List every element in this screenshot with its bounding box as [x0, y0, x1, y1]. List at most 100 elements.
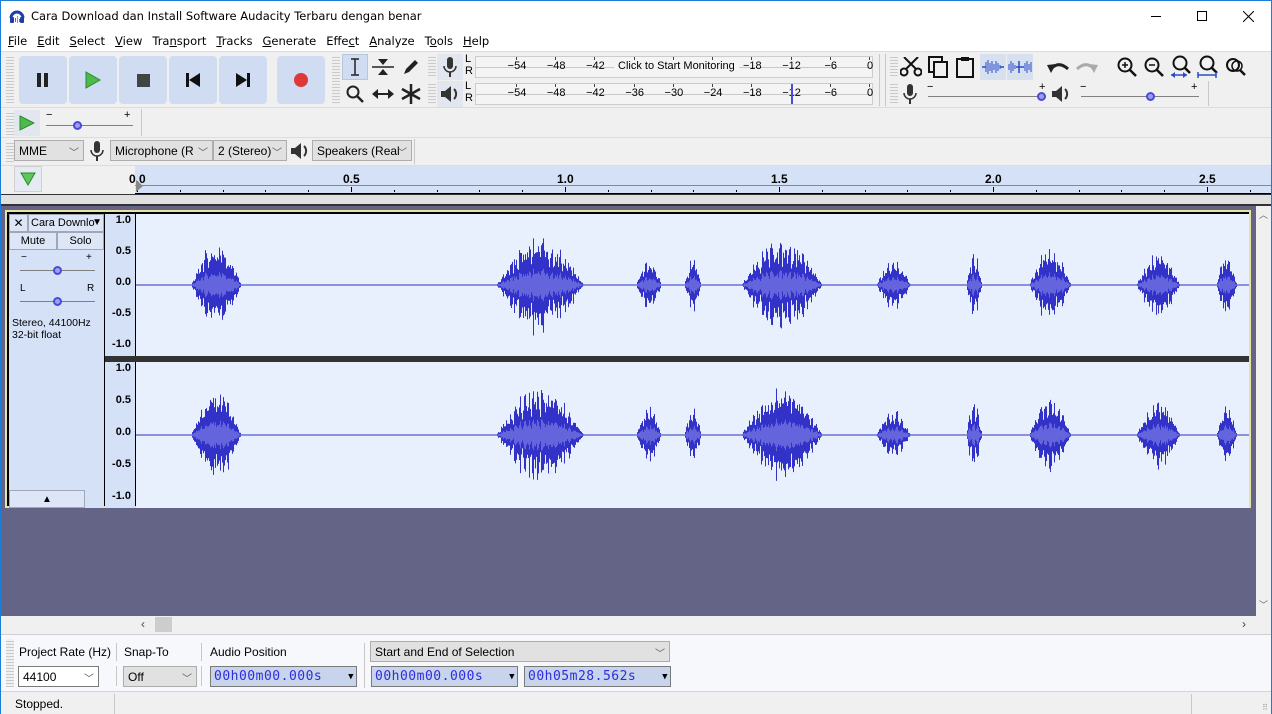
- triangle-down-icon[interactable]: ▼: [509, 672, 515, 682]
- minimize-button[interactable]: [1133, 1, 1179, 31]
- audio-host-select[interactable]: MME ﹀: [14, 140, 84, 161]
- start-monitoring-prompt[interactable]: Click to Start Monitoring: [614, 60, 739, 72]
- menu-help[interactable]: Help: [458, 34, 494, 48]
- menu-effect[interactable]: Effect: [321, 34, 364, 48]
- waveform-left-channel[interactable]: [136, 214, 1249, 356]
- draw-tool[interactable]: [398, 54, 424, 80]
- play-at-speed-button[interactable]: [14, 110, 40, 136]
- menu-transport[interactable]: Transport: [147, 34, 211, 48]
- menu-view[interactable]: View: [110, 34, 147, 48]
- audio-position-time[interactable]: 00h00m00.000s ▼: [210, 666, 357, 687]
- project-rate-select[interactable]: 44100 ﹀: [18, 666, 99, 687]
- pencil-icon: [404, 60, 418, 74]
- envelope-tool[interactable]: [370, 54, 396, 80]
- selection-end-time[interactable]: 00h05m28.562s ▼: [524, 666, 671, 687]
- play-at-speed-grip[interactable]: [6, 111, 14, 135]
- vertical-scrollbar[interactable]: ︿ ﹀: [1256, 206, 1271, 616]
- fit-project-button[interactable]: [1195, 54, 1221, 80]
- selection-mode-select[interactable]: Start and End of Selection ﹀: [370, 641, 670, 662]
- trim-audio-button[interactable]: [980, 54, 1006, 80]
- pan-slider[interactable]: [20, 294, 95, 308]
- fit-selection-button[interactable]: [1168, 54, 1194, 80]
- menu-select[interactable]: Select: [65, 34, 111, 48]
- audio-track[interactable]: ✕ Cara Downlo ▼ Mute Solo − + L R Stereo,…: [5, 210, 1251, 508]
- track-name-menu[interactable]: Cara Downlo ▼: [28, 214, 104, 232]
- recording-device-select[interactable]: Microphone (R ﹀: [110, 140, 213, 161]
- record-meter-button[interactable]: [437, 54, 463, 80]
- vertical-scale-right[interactable]: 1.0 0.5 0.0 -0.5 -1.0: [105, 362, 135, 508]
- timeline-ruler[interactable]: 0.0 0.5 1.0 1.5 2.0 2.5: [129, 166, 1271, 194]
- track-panel[interactable]: ✕ Cara Downlo ▼ Mute Solo − + L R Stereo,…: [1, 206, 1256, 616]
- horizontal-scroll-thumb[interactable]: [155, 617, 172, 632]
- redo-button[interactable]: [1073, 54, 1099, 80]
- collapse-track-button[interactable]: ▲: [9, 490, 85, 508]
- cut-button[interactable]: [898, 54, 924, 80]
- undo-button[interactable]: [1046, 54, 1072, 80]
- play-meter-grip[interactable]: [428, 82, 436, 104]
- pan-left-label: L: [20, 283, 26, 294]
- edit-toolbar-grip[interactable]: [890, 55, 898, 77]
- menu-generate[interactable]: Generate: [257, 34, 321, 48]
- menu-tools[interactable]: Tools: [420, 34, 458, 48]
- play-meter-button[interactable]: [437, 81, 463, 107]
- recording-channels-select[interactable]: 2 (Stereo) ﹀: [213, 140, 287, 161]
- mute-button[interactable]: Mute: [9, 232, 57, 250]
- mixer-toolbar-grip[interactable]: [890, 82, 898, 104]
- vertical-scale-left[interactable]: 1.0 0.5 0.0 -0.5 -1.0: [105, 214, 135, 356]
- play-icon: [85, 71, 102, 89]
- menu-edit[interactable]: Edit: [32, 34, 64, 48]
- play-button[interactable]: [69, 56, 117, 104]
- multi-tool[interactable]: [398, 81, 424, 107]
- transport-toolbar-grip[interactable]: [6, 55, 14, 105]
- tools-toolbar-grip[interactable]: [332, 55, 340, 105]
- snap-to-select[interactable]: Off ﹀: [123, 666, 197, 687]
- selection-toolbar-grip[interactable]: [6, 639, 14, 687]
- menu-file[interactable]: File: [3, 34, 32, 48]
- stop-button[interactable]: [119, 56, 167, 104]
- zoom-toggle-icon: [1226, 58, 1246, 76]
- snap-to-value: Off: [128, 669, 144, 684]
- skip-to-start-button[interactable]: [169, 56, 217, 104]
- record-meter[interactable]: L R −54 −48 −42 −18 −12 −6 0 Click to Start Monit…: [464, 53, 876, 79]
- play-speed-slider[interactable]: [46, 118, 133, 132]
- record-button[interactable]: [277, 56, 325, 104]
- copy-button[interactable]: [925, 54, 951, 80]
- zoom-in-button[interactable]: [1114, 54, 1140, 80]
- time-shift-tool[interactable]: [370, 81, 396, 107]
- menu-tracks[interactable]: Tracks: [211, 34, 257, 48]
- resize-grip-icon[interactable]: ⠿: [1262, 703, 1268, 712]
- meter-tick-label: −54: [507, 60, 527, 72]
- skip-to-end-button[interactable]: [219, 56, 267, 104]
- record-volume-slider[interactable]: [928, 89, 1046, 103]
- horizontal-scrollbar[interactable]: ‹ ›: [1, 616, 1271, 633]
- silence-audio-button[interactable]: [1007, 54, 1033, 80]
- close-track-button[interactable]: ✕: [9, 214, 28, 232]
- selection-start-time[interactable]: 00h00m00.000s ▼: [371, 666, 518, 687]
- scroll-right-icon[interactable]: ›: [1242, 617, 1246, 631]
- playback-device-select[interactable]: Speakers (Real ﹀: [312, 140, 412, 161]
- zoom-in-icon: [1117, 57, 1137, 77]
- gain-slider[interactable]: [20, 263, 95, 277]
- menu-analyze[interactable]: Analyze: [364, 34, 419, 48]
- triangle-down-icon[interactable]: ▼: [662, 672, 668, 682]
- pause-button[interactable]: [19, 56, 67, 104]
- playback-volume-slider[interactable]: [1081, 89, 1199, 103]
- zoom-out-button[interactable]: [1141, 54, 1167, 80]
- scroll-down-icon[interactable]: ﹀: [1259, 598, 1268, 611]
- close-button[interactable]: [1225, 1, 1271, 31]
- timeline-options-button[interactable]: [14, 166, 42, 192]
- waveform-right-channel[interactable]: [136, 362, 1249, 508]
- zoom-toggle-button[interactable]: [1223, 54, 1249, 80]
- solo-button[interactable]: Solo: [57, 232, 104, 250]
- device-toolbar-grip[interactable]: [6, 141, 14, 163]
- record-meter-grip[interactable]: [428, 55, 436, 77]
- paste-button[interactable]: [952, 54, 978, 80]
- play-meter[interactable]: LR−54−48−42−36−30−24−18−12−60: [464, 80, 876, 106]
- scroll-up-icon[interactable]: ︿: [1259, 208, 1268, 221]
- zoom-tool[interactable]: [342, 81, 368, 107]
- triangle-down-icon[interactable]: ▼: [348, 672, 354, 682]
- maximize-button[interactable]: [1179, 1, 1225, 31]
- play-head-marker[interactable]: [136, 180, 143, 192]
- scroll-left-icon[interactable]: ‹: [141, 617, 145, 631]
- selection-tool[interactable]: [342, 54, 368, 80]
